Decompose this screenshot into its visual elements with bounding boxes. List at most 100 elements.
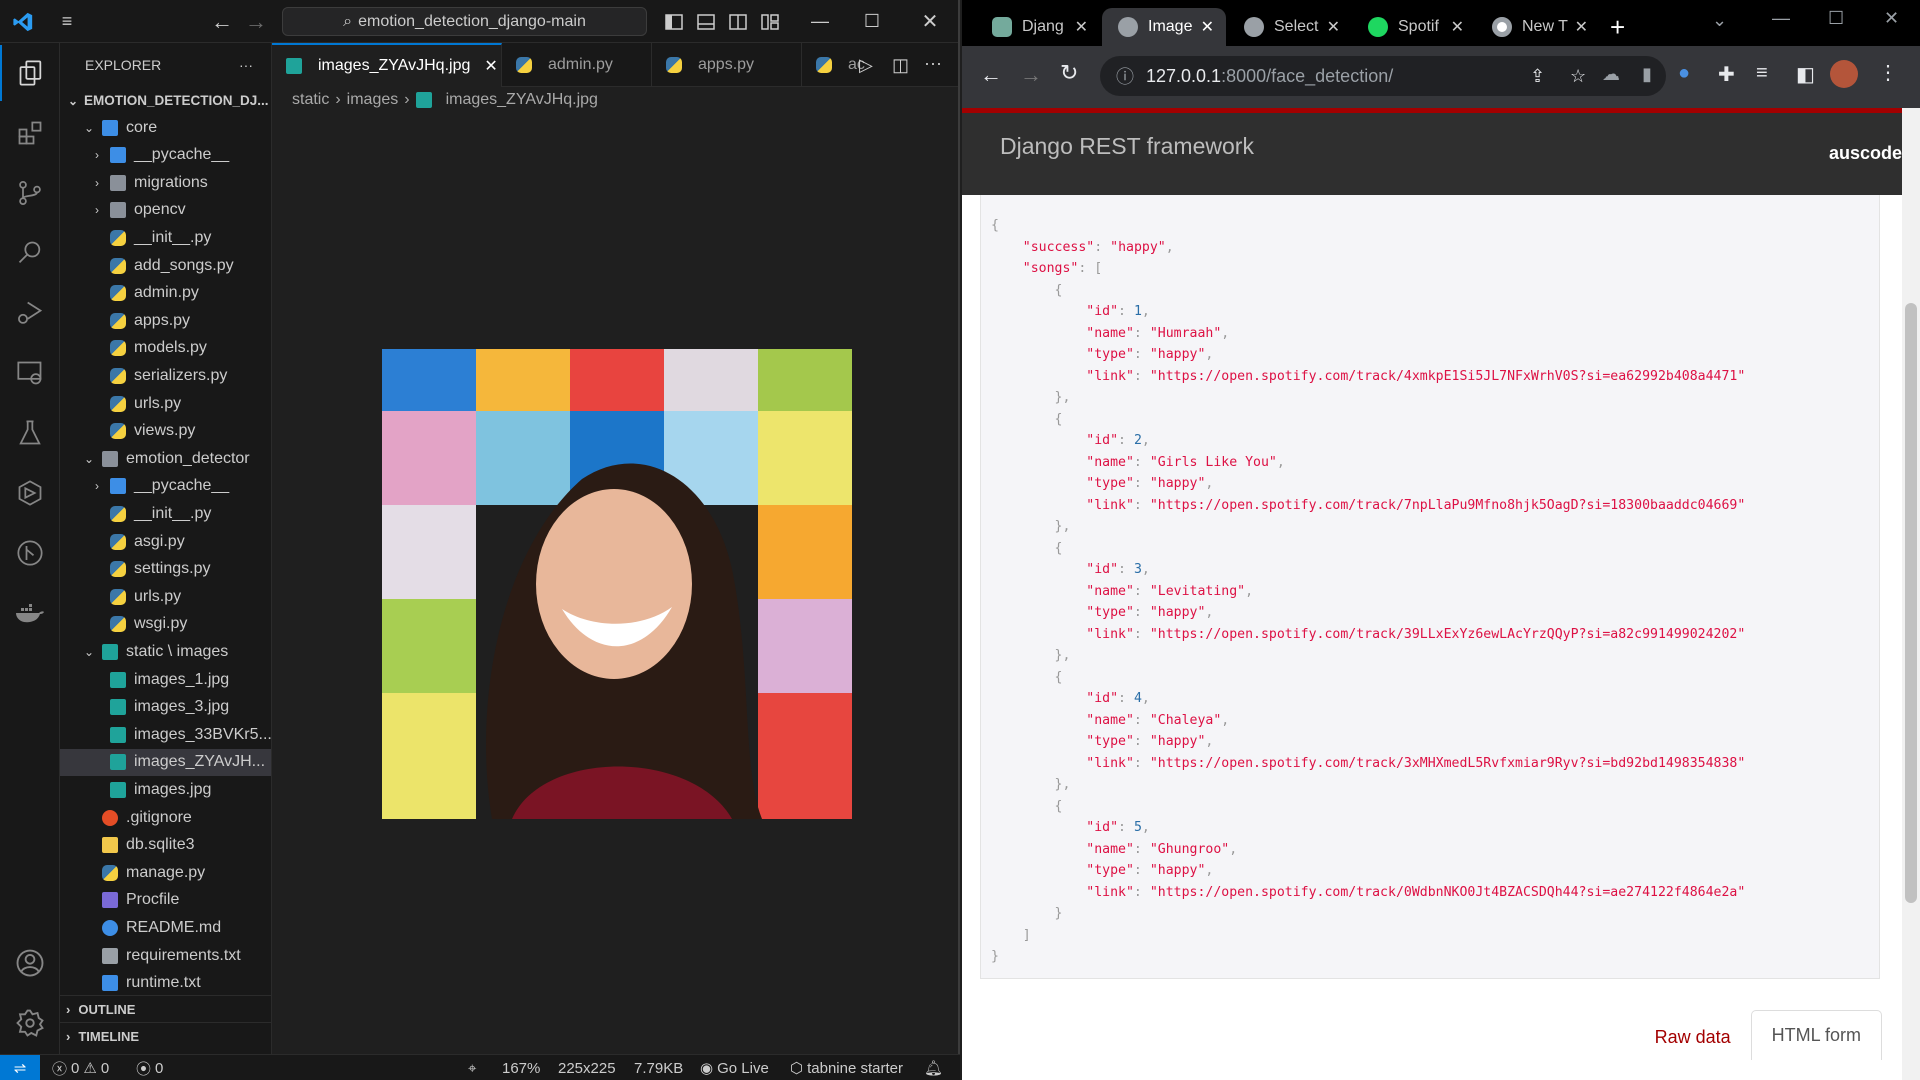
maximize-button[interactable]: ☐ (1828, 8, 1844, 29)
chrome-menu-icon[interactable]: ⋮ (1878, 60, 1898, 85)
file-tree-item[interactable]: wsgi.py (60, 611, 271, 638)
file-tree-item[interactable]: serializers.py (60, 362, 271, 389)
browser-tab[interactable]: Spotif ✕ (1352, 8, 1476, 46)
go-live-button[interactable]: ◉ Go Live (700, 1055, 769, 1080)
close-window-button[interactable]: ✕ (910, 0, 950, 43)
zoom-level[interactable]: 167% (502, 1055, 540, 1080)
run-debug-icon[interactable] (0, 285, 60, 341)
file-tree-item[interactable]: add_songs.py (60, 252, 271, 279)
file-tree-item[interactable]: README.md (60, 914, 271, 941)
close-tab-icon[interactable]: ✕ (1327, 17, 1340, 37)
file-tree-item[interactable]: asgi.py (60, 528, 271, 555)
file-tree-item[interactable]: › __pycache__ (60, 142, 271, 169)
outline-section[interactable]: › OUTLINE (60, 995, 271, 1022)
file-tree-item[interactable]: ⌄ static \ images (60, 638, 271, 665)
timeline-section[interactable]: › TIMELINE (60, 1022, 271, 1049)
customize-layout-icon[interactable] (758, 0, 782, 43)
file-tree-item[interactable]: __init__.py (60, 500, 271, 527)
extension-hexagon-icon[interactable] (0, 465, 60, 521)
more-actions-icon[interactable]: ··· (924, 53, 942, 74)
ports-indicator[interactable]: ⦿ 0 (136, 1055, 163, 1080)
close-window-button[interactable]: ✕ (1884, 8, 1899, 29)
remote-indicator-icon[interactable]: ⇌ (0, 1055, 40, 1080)
breadcrumb-item[interactable]: images_ZYAvJHq.jpg (446, 91, 598, 109)
file-tree-item[interactable]: › opencv (60, 197, 271, 224)
maximize-button[interactable]: ☐ (852, 0, 892, 43)
tab-overflow[interactable]: ac (802, 43, 865, 87)
tabnine-status[interactable]: ⬡ tabnine starter (790, 1055, 903, 1080)
root-folder[interactable]: ⌄ EMOTION_DETECTION_DJ... (60, 87, 271, 114)
browser-tab[interactable]: New T ✕ (1476, 8, 1600, 46)
breadcrumb-item[interactable]: images (347, 91, 399, 109)
share-icon[interactable]: ⇪ (1530, 66, 1545, 87)
file-tree-item[interactable]: urls.py (60, 390, 271, 417)
file-tree-item[interactable]: .gitignore (60, 804, 271, 831)
file-tree-item[interactable]: settings.py (60, 556, 271, 583)
profile-avatar[interactable] (1830, 60, 1858, 88)
toggle-secondary-sidebar-icon[interactable] (726, 0, 750, 43)
file-tree-item[interactable]: manage.py (60, 859, 271, 886)
extensions-icon[interactable] (0, 105, 60, 161)
file-tree-item[interactable]: runtime.txt (60, 970, 271, 997)
file-tree-item[interactable]: images_3.jpg (60, 694, 271, 721)
browser-tab-active[interactable]: Image ✕ (1102, 8, 1226, 46)
toggle-primary-sidebar-icon[interactable] (662, 0, 686, 43)
address-bar[interactable]: ⓘ 127.0.0.1:8000/face_detection/ ⇪ ☆ (1100, 56, 1666, 96)
tab-search-icon[interactable]: ⌄ (1712, 10, 1727, 31)
file-tree-item[interactable]: Procfile (60, 887, 271, 914)
accounts-icon[interactable] (0, 935, 60, 991)
file-tree-item[interactable]: › __pycache__ (60, 473, 271, 500)
side-panel-icon[interactable]: ◧ (1796, 62, 1815, 87)
close-tab-icon[interactable]: ✕ (1451, 17, 1464, 37)
file-tree-item[interactable]: ⌄ emotion_detector (60, 445, 271, 472)
breadcrumb-item[interactable]: static (292, 91, 329, 109)
menu-icon[interactable]: ≡ (52, 0, 82, 43)
run-icon[interactable]: ▷ (859, 55, 873, 76)
close-tab-icon[interactable]: ✕ (484, 56, 497, 76)
file-tree-item[interactable]: images_ZYAvJH... (60, 748, 271, 776)
page-scrollbar[interactable] (1902, 108, 1920, 1080)
close-tab-icon[interactable]: ✕ (1201, 17, 1214, 37)
source-control-icon[interactable] (0, 165, 60, 221)
file-tree-item[interactable]: ⌄ core (60, 114, 271, 141)
scrollbar-thumb[interactable] (1905, 303, 1917, 903)
tab-apps[interactable]: apps.py (652, 43, 802, 87)
file-tree-item[interactable]: db.sqlite3 (60, 832, 271, 859)
forward-arrow-icon[interactable]: → (1020, 62, 1042, 88)
file-tree-item[interactable]: admin.py (60, 280, 271, 307)
extensions-puzzle-icon[interactable]: ✚ (1718, 62, 1735, 87)
minimize-button[interactable]: — (1772, 8, 1790, 29)
browser-tab[interactable]: Djang ✕ (976, 8, 1100, 46)
close-tab-icon[interactable]: ✕ (1575, 17, 1588, 37)
extension-icon[interactable]: ▮ (1642, 64, 1652, 85)
file-tree-item[interactable]: images_33BVKr5... (60, 721, 271, 748)
testing-icon[interactable] (0, 405, 60, 461)
file-tree-item[interactable]: apps.py (60, 307, 271, 334)
user-menu[interactable]: auscode (1829, 143, 1902, 164)
git-graph-icon[interactable] (0, 525, 60, 581)
file-tree-item[interactable]: requirements.txt (60, 942, 271, 969)
file-tree-item[interactable]: __init__.py (60, 224, 271, 251)
back-arrow-icon[interactable]: ← (980, 62, 1002, 88)
file-tree-item[interactable]: › migrations (60, 169, 271, 196)
forward-arrow-icon[interactable]: → (242, 0, 270, 43)
docker-icon[interactable] (0, 585, 60, 641)
bookmark-star-icon[interactable]: ☆ (1570, 66, 1586, 87)
file-tree-item[interactable]: models.py (60, 335, 271, 362)
file-tree-item[interactable]: views.py (60, 418, 271, 445)
problems-indicator[interactable]: ⓧ 0 ⚠ 0 (52, 1055, 109, 1080)
file-tree-item[interactable]: images.jpg (60, 776, 271, 803)
drf-brand[interactable]: Django REST framework (1000, 133, 1254, 160)
close-tab-icon[interactable]: ✕ (1075, 17, 1088, 37)
new-tab-button[interactable]: + (1610, 12, 1625, 43)
file-tree-item[interactable]: urls.py (60, 583, 271, 610)
html-form-tab[interactable]: HTML form (1750, 1010, 1882, 1060)
file-tree-item[interactable]: images_1.jpg (60, 666, 271, 693)
more-actions-icon[interactable]: ··· (239, 57, 253, 73)
remote-explorer-icon[interactable] (0, 345, 60, 401)
back-arrow-icon[interactable]: ← (208, 0, 236, 43)
reload-icon[interactable]: ↻ (1060, 60, 1078, 86)
tab-admin[interactable]: admin.py (502, 43, 652, 87)
browser-tab[interactable]: Select ✕ (1228, 8, 1352, 46)
settings-gear-icon[interactable] (0, 995, 60, 1051)
